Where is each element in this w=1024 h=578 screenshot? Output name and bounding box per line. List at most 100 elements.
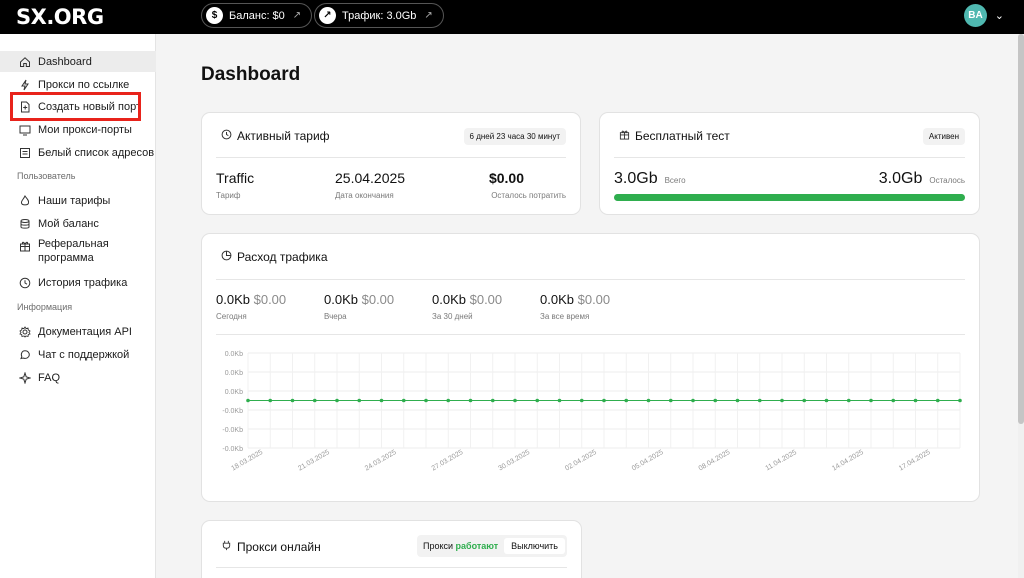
arrow-up-right-icon: ↗ <box>424 10 433 21</box>
data-point <box>713 398 718 403</box>
stat-today: 0.0Kb $0.00 Сегодня <box>216 292 286 321</box>
data-point <box>602 398 606 403</box>
data-point <box>446 398 451 403</box>
stat-label: Сегодня <box>216 312 247 321</box>
list-icon <box>18 146 31 159</box>
sidebar-item-tariffs[interactable]: Наши тарифы <box>0 190 156 211</box>
sparkle-icon <box>18 371 31 384</box>
pie-clock-icon <box>221 250 232 264</box>
logo[interactable]: SX.ORG <box>16 5 104 29</box>
sidebar-item-referral[interactable]: Реферальная программа <box>0 236 156 266</box>
sidebar-item-dashboard[interactable]: Dashboard <box>0 51 156 72</box>
y-tick-label: -0.0Kb <box>222 408 243 415</box>
stat-value: 0.0Kb <box>432 292 466 307</box>
data-point <box>624 398 629 403</box>
x-tick-label: 21.03.2025 <box>297 449 331 473</box>
data-point <box>424 398 428 403</box>
y-tick-label: 0.0Kb <box>225 389 243 396</box>
data-point <box>290 398 295 403</box>
flame-icon <box>18 194 31 207</box>
sidebar-item-label: Чат с поддержкой <box>38 348 130 361</box>
card-title: Прокси онлайн <box>221 540 321 554</box>
proxy-title: Прокси онлайн <box>237 540 321 554</box>
progress-bar <box>614 194 965 201</box>
divider <box>216 567 567 568</box>
divider <box>216 157 566 158</box>
stat-money: $0.00 <box>577 292 611 307</box>
x-tick-label: 17.04.2025 <box>898 449 932 473</box>
sidebar-item-api-docs[interactable]: Документация API <box>0 321 156 342</box>
stat-30-days: 0.0Kb $0.00 За 30 дней <box>432 292 502 321</box>
dollar-icon: $ <box>206 7 223 24</box>
sidebar-item-whitelist[interactable]: Белый список адресов <box>0 142 156 163</box>
sidebar-item-faq[interactable]: FAQ <box>0 367 156 388</box>
traffic-usage-card: Расход трафика 0.0Kb $0.00 Сегодня 0.0Kb… <box>201 233 980 502</box>
gear-icon <box>18 325 31 338</box>
data-point <box>312 398 317 403</box>
sidebar-item-label: Реферальная программа <box>38 237 109 265</box>
card-title: Расход трафика <box>221 250 328 264</box>
y-tick-label: 0.0Kb <box>225 370 243 377</box>
trial-total-value: 3.0Gb <box>614 170 658 187</box>
scrollbar-thumb[interactable] <box>1018 34 1024 424</box>
bolt-icon <box>18 78 31 91</box>
section-info: Информация <box>17 302 73 312</box>
divider <box>216 279 965 280</box>
avatar[interactable]: BA <box>964 4 987 27</box>
data-point <box>468 398 473 403</box>
left-to-spend-label: Осталось потратить <box>491 191 566 200</box>
sidebar-item-label: FAQ <box>38 371 61 384</box>
data-point <box>780 398 784 403</box>
proxy-status-prefix: Прокси <box>422 541 454 551</box>
left-to-spend-value: $0.00 <box>488 170 524 186</box>
x-tick-label: 27.03.2025 <box>431 449 465 473</box>
top-bar: SX.ORG $ Баланс: $0 ↗ ↗ Трафик: 3.0Gb ↗ … <box>0 0 1024 34</box>
data-point <box>824 398 829 403</box>
clock-icon <box>221 129 232 143</box>
data-point <box>335 398 339 403</box>
usage-title: Расход трафика <box>237 250 328 264</box>
turn-off-button[interactable]: Выключить <box>504 538 565 554</box>
x-tick-label: 05.04.2025 <box>631 449 665 473</box>
sidebar-item-label: Документация API <box>38 325 132 338</box>
trial-title: Бесплатный тест <box>635 129 730 143</box>
plan-label: Тариф <box>216 191 241 200</box>
arrow-up-right-icon: ↗ <box>292 10 302 21</box>
trial-total-label: Всего <box>664 176 686 185</box>
data-point <box>379 398 384 403</box>
end-date-value: 25.04.2025 <box>335 170 406 186</box>
traffic-label: Трафик: 3.0Gb <box>342 9 417 22</box>
sidebar-item-my-ports[interactable]: Мои прокси-порты <box>0 119 156 140</box>
main-content: Dashboard Активный тариф 6 дней 23 часа … <box>156 34 1018 578</box>
data-point <box>735 398 740 403</box>
traffic-pill[interactable]: ↗ Трафик: 3.0Gb ↗ <box>314 3 444 28</box>
section-user: Пользователь <box>17 171 76 181</box>
sidebar-item-label: Dashboard <box>38 55 92 68</box>
stat-label: За 30 дней <box>432 312 473 321</box>
stat-money: $0.00 <box>469 292 503 307</box>
y-tick-label: -0.0Kb <box>222 446 243 453</box>
gift-icon <box>619 129 630 143</box>
data-point <box>513 398 517 403</box>
monitor-icon <box>18 123 31 136</box>
data-point <box>535 398 540 403</box>
sidebar-item-traffic-history[interactable]: История трафика <box>0 272 156 293</box>
page-title: Dashboard <box>201 64 301 85</box>
sidebar-item-balance[interactable]: Мой баланс <box>0 213 156 234</box>
data-point <box>646 398 651 403</box>
sidebar-item-support-chat[interactable]: Чат с поддержкой <box>0 344 156 365</box>
divider <box>216 334 965 335</box>
scrollbar[interactable] <box>1018 34 1024 578</box>
end-date-label: Дата окончания <box>335 191 394 200</box>
data-point <box>935 398 940 403</box>
plug-icon <box>221 540 232 554</box>
data-point <box>846 398 851 403</box>
stat-yesterday: 0.0Kb $0.00 Вчера <box>324 292 394 321</box>
stat-label: Вчера <box>324 312 347 321</box>
chevron-down-icon[interactable]: ⌄ <box>995 9 1004 22</box>
stat-label: За все время <box>540 312 590 321</box>
stat-all-time: 0.0Kb $0.00 За все время <box>540 292 610 321</box>
sidebar-item-label: Наши тарифы <box>38 194 111 207</box>
y-tick-label: 0.0Kb <box>225 351 243 358</box>
balance-pill[interactable]: $ Баланс: $0 ↗ <box>201 3 313 28</box>
